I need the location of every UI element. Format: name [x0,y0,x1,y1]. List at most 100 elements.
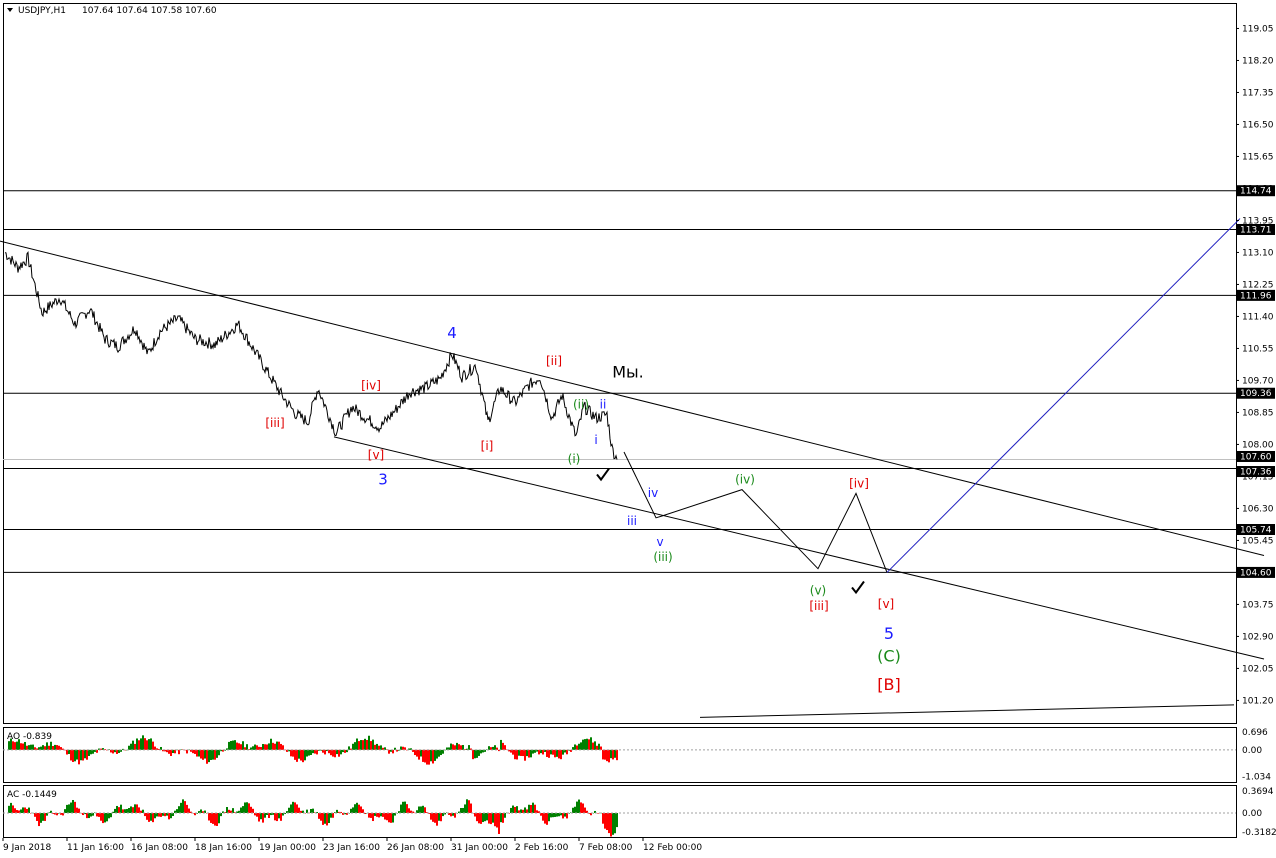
ac-bar [288,807,290,813]
ao-bar [478,749,480,756]
ac-bar [116,805,118,813]
ac-bar [96,813,98,817]
ao-bar [546,749,548,757]
ao-bar [150,738,152,750]
ao-bar [532,749,534,754]
ao-bar [422,749,424,762]
ao-bar [152,741,154,750]
ac-bar [296,804,298,813]
ao-bar [146,740,148,750]
ac-bar [34,813,36,817]
ac-bar [392,813,394,823]
ao-bar [132,740,134,750]
symbol-dropdown-icon[interactable] [7,8,13,12]
ao-bar [542,749,544,755]
y-tick-label: 106.30 [1242,504,1274,514]
ac-bar [14,808,16,813]
ac-bar [514,806,516,813]
ao-bar [242,741,244,750]
ac-bar [168,813,170,820]
ac-bar [486,813,488,821]
ao-bar [256,745,258,750]
ao-bar [616,749,618,761]
trading-chart[interactable]: 43[iv][iii][v][ii][i](ii) iii(i)Мы.iviiiv… [0,0,1276,858]
ao-bar [460,745,462,750]
ao-bar [218,749,220,756]
ac-bar [12,805,14,813]
ac-bar [402,801,404,813]
price-line [4,251,618,460]
ao-bar [334,749,336,758]
ac-bar [576,801,578,813]
ao-bar [202,749,204,760]
ao-bar [552,749,554,755]
ao-bar [304,749,306,761]
ao-bar [266,744,268,750]
ac-bar [36,813,38,821]
ao-bar [234,740,236,750]
ao-y-label: 0.00 [1242,746,1262,756]
ao-bar [168,749,170,754]
ac-bar [138,807,140,813]
ao-bar [74,749,76,762]
ac-bar [318,813,320,819]
wave-label: [iii] [265,416,284,430]
ao-bar [588,739,590,750]
ac-bar [372,813,374,822]
ac-bar [436,813,438,826]
ao-bar [306,749,308,757]
ac-bar [562,813,564,819]
ac-bar [26,808,28,813]
ac-bar [382,813,384,817]
ac-bar [462,807,464,813]
ac-bar [312,808,314,813]
wave-label: iv [648,486,658,500]
ac-bar [544,813,546,824]
ac-bar [24,807,26,813]
ac-bar [376,813,378,817]
ac-bar [248,803,250,813]
x-tick-label: 12 Feb 00:00 [643,843,702,853]
x-tick-label: 11 Jan 16:00 [67,843,124,853]
ac-bar [470,803,472,813]
ao-bar [214,749,216,760]
ac-bar [488,813,490,824]
ac-bar [532,802,534,813]
ac-bar [68,804,70,813]
ac-bar [208,813,210,821]
ac-bar [120,804,122,813]
ac-bar [438,813,440,821]
ac-bar [580,802,582,813]
ao-bar [324,749,326,755]
ao-bar [142,735,144,750]
y-tick-label: 101.20 [1242,696,1274,706]
x-tick-label: 31 Jan 00:00 [451,843,508,853]
wave-label: [iii] [809,599,828,613]
ac-bar [136,804,138,813]
ao-bar [128,745,130,750]
ao-y-label: 0.696 [1242,728,1268,738]
wave-label: (v) [810,584,826,598]
ac-bar [432,813,434,822]
ac-bar [8,805,10,813]
ao-bar [282,745,284,750]
ac-bar [28,807,30,813]
ao-bar [332,749,334,757]
y-tick-label: 119.05 [1242,24,1274,34]
price-axis: 119.05118.20117.35116.50115.65114.80113.… [1236,24,1274,706]
ac-bar [170,813,172,819]
ao-bar [22,743,24,750]
ao-bar [134,743,136,750]
ao-bar [614,749,616,758]
ac-bar [496,813,498,828]
ao-bar [362,740,364,750]
ao-bar [82,749,84,761]
ao-bar [254,744,256,750]
ao-bar [474,749,476,759]
ao-bar [330,749,332,756]
level-tag-label: 109.36 [1240,389,1272,399]
y-tick-label: 109.70 [1242,376,1274,386]
ac-bar [602,813,604,824]
wave-label: 4 [447,324,457,342]
ac-bar [132,807,134,813]
